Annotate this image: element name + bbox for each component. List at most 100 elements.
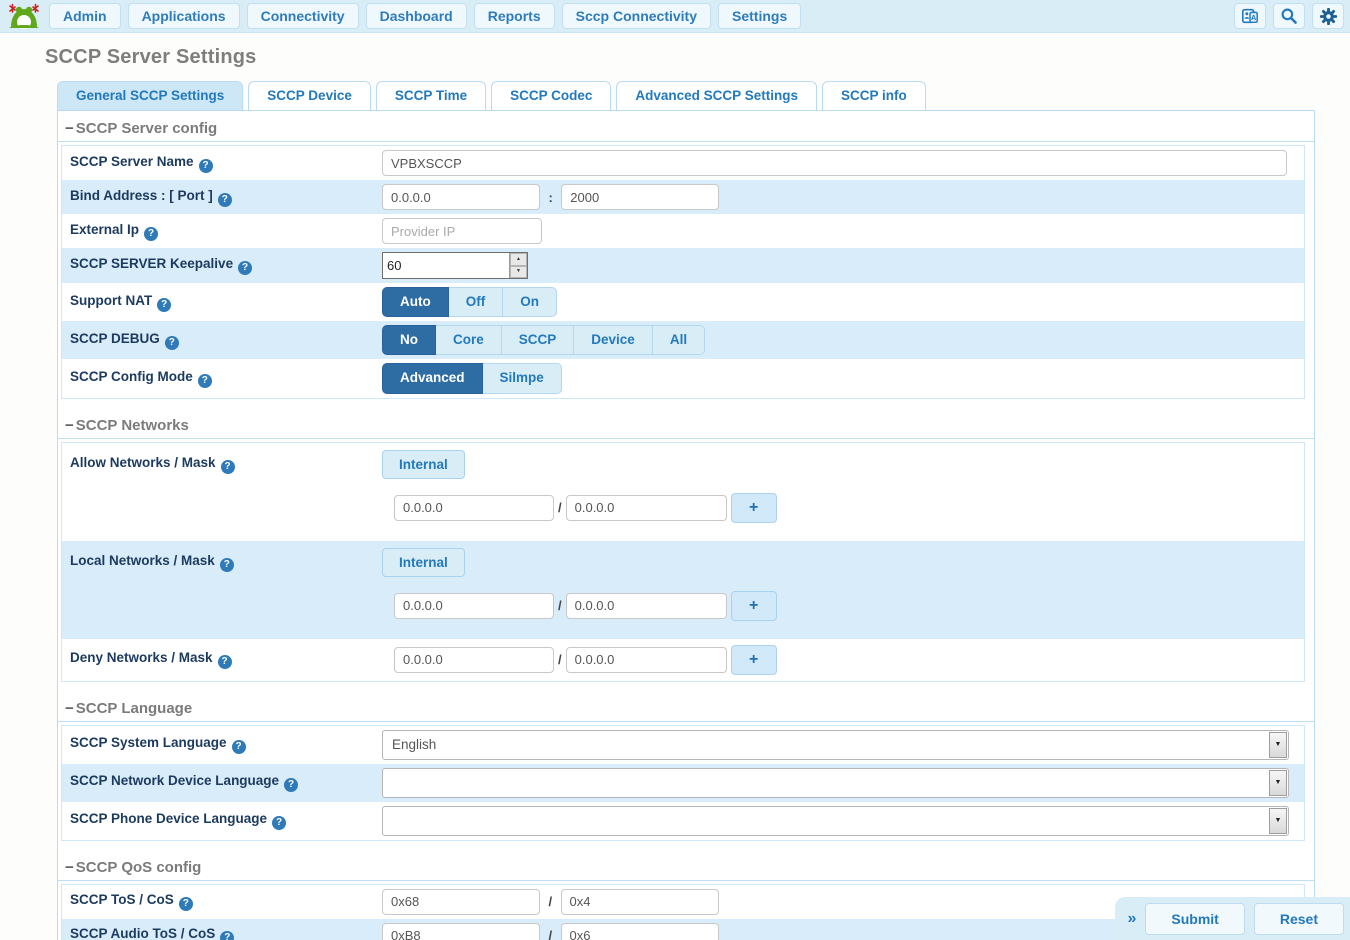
help-icon[interactable]: ? bbox=[179, 897, 193, 911]
collapse-icon: − bbox=[65, 701, 74, 716]
collapse-panel-icon[interactable]: » bbox=[1128, 910, 1137, 928]
help-icon[interactable]: ? bbox=[238, 261, 252, 275]
submit-button[interactable]: Submit bbox=[1145, 903, 1244, 935]
sccp-debug-core-button[interactable]: Core bbox=[436, 325, 502, 355]
spin-up-button[interactable]: ▲ bbox=[510, 253, 527, 266]
section-title: SCCP Language bbox=[76, 700, 192, 717]
sccp-debug-toggle: No Core SCCP Device All bbox=[382, 325, 705, 355]
server-name-label: SCCP Server Name bbox=[70, 154, 194, 169]
help-icon[interactable]: ? bbox=[218, 655, 232, 669]
sccp-cos-input[interactable] bbox=[561, 889, 719, 915]
section-toggle-qos[interactable]: − SCCP QoS config bbox=[58, 854, 1314, 881]
search-icon[interactable] bbox=[1273, 3, 1305, 29]
support-nat-on-button[interactable]: On bbox=[503, 287, 557, 317]
deny-add-button[interactable]: + bbox=[731, 645, 777, 675]
field-row-phone-device-language: SCCP Phone Device Language? ▼ bbox=[62, 802, 1304, 840]
colon-separator: : bbox=[548, 190, 552, 205]
system-language-select[interactable]: English ▼ bbox=[382, 730, 1289, 760]
tab-sccp-time[interactable]: SCCP Time bbox=[376, 81, 486, 110]
local-add-button[interactable]: + bbox=[731, 591, 777, 621]
help-icon[interactable]: ? bbox=[157, 298, 171, 312]
section-toggle-server-config[interactable]: − SCCP Server config bbox=[58, 115, 1314, 142]
section-toggle-language[interactable]: − SCCP Language bbox=[58, 695, 1314, 722]
reset-button[interactable]: Reset bbox=[1254, 903, 1344, 935]
network-device-language-label: SCCP Network Device Language bbox=[70, 773, 279, 788]
collapse-icon: − bbox=[65, 860, 74, 875]
deny-network-mask-input[interactable] bbox=[566, 647, 727, 673]
field-row-deny-networks: Deny Networks / Mask? / + bbox=[62, 639, 1304, 681]
server-name-input[interactable] bbox=[382, 150, 1287, 176]
sccp-debug-no-button[interactable]: No bbox=[382, 325, 436, 355]
select-arrow-icon: ▼ bbox=[1269, 770, 1287, 796]
field-row-allow-networks: Allow Networks / Mask? Internal / + bbox=[62, 443, 1304, 541]
support-nat-off-button[interactable]: Off bbox=[449, 287, 504, 317]
help-icon[interactable]: ? bbox=[198, 374, 212, 388]
field-row-external-ip: External Ip? bbox=[62, 214, 1304, 248]
help-icon[interactable]: ? bbox=[220, 558, 234, 572]
freepbx-logo[interactable] bbox=[6, 2, 42, 30]
section-sccp-language: − SCCP Language SCCP System Language? En… bbox=[58, 695, 1314, 841]
nav-item-sccp-connectivity[interactable]: Sccp Connectivity bbox=[562, 3, 711, 29]
nav-item-connectivity[interactable]: Connectivity bbox=[247, 3, 359, 29]
bind-address-ip-input[interactable] bbox=[382, 184, 540, 210]
support-nat-auto-button[interactable]: Auto bbox=[382, 287, 449, 317]
section-title: SCCP QoS config bbox=[76, 859, 202, 876]
sccp-debug-device-button[interactable]: Device bbox=[574, 325, 653, 355]
local-network-mask-input[interactable] bbox=[566, 593, 727, 619]
sccp-debug-sccp-button[interactable]: SCCP bbox=[502, 325, 575, 355]
field-row-support-nat: Support NAT? Auto Off On bbox=[62, 283, 1304, 321]
spin-down-button[interactable]: ▼ bbox=[510, 266, 527, 279]
help-icon[interactable]: ? bbox=[221, 460, 235, 474]
tab-advanced-sccp-settings[interactable]: Advanced SCCP Settings bbox=[616, 81, 817, 110]
tab-sccp-codec[interactable]: SCCP Codec bbox=[491, 81, 611, 110]
local-internal-button[interactable]: Internal bbox=[382, 548, 465, 577]
help-icon[interactable]: ? bbox=[165, 336, 179, 350]
nav-item-applications[interactable]: Applications bbox=[128, 3, 240, 29]
nav-item-dashboard[interactable]: Dashboard bbox=[366, 3, 467, 29]
field-row-sccp-debug: SCCP DEBUG? No Core SCCP Device All bbox=[62, 321, 1304, 359]
tab-sccp-info[interactable]: SCCP info bbox=[822, 81, 926, 110]
audio-cos-input[interactable] bbox=[561, 923, 719, 940]
audio-tos-label: SCCP Audio ToS / CoS bbox=[70, 926, 215, 940]
gear-icon[interactable] bbox=[1312, 3, 1344, 29]
keepalive-input[interactable] bbox=[383, 253, 509, 278]
field-row-server-name: SCCP Server Name? bbox=[62, 146, 1304, 180]
tab-general-sccp-settings[interactable]: General SCCP Settings bbox=[57, 81, 243, 110]
config-mode-simple-button[interactable]: Silmpe bbox=[483, 363, 562, 393]
help-icon[interactable]: ? bbox=[220, 931, 234, 940]
allow-add-button[interactable]: + bbox=[731, 493, 777, 523]
field-row-system-language: SCCP System Language? English ▼ bbox=[62, 726, 1304, 764]
help-icon[interactable]: ? bbox=[272, 816, 286, 830]
language-icon[interactable]: A bbox=[1234, 3, 1266, 29]
help-icon[interactable]: ? bbox=[144, 227, 158, 241]
config-mode-toggle: Advanced Silmpe bbox=[382, 363, 562, 393]
nav-item-admin[interactable]: Admin bbox=[49, 3, 121, 29]
external-ip-input[interactable] bbox=[382, 218, 542, 244]
sccp-debug-all-button[interactable]: All bbox=[653, 325, 705, 355]
local-network-ip-input[interactable] bbox=[394, 593, 554, 619]
help-icon[interactable]: ? bbox=[284, 778, 298, 792]
network-device-language-select[interactable]: ▼ bbox=[382, 768, 1289, 798]
section-toggle-networks[interactable]: − SCCP Networks bbox=[58, 412, 1314, 439]
help-icon[interactable]: ? bbox=[199, 159, 213, 173]
slash-separator: / bbox=[548, 894, 552, 909]
tab-sccp-device[interactable]: SCCP Device bbox=[248, 81, 371, 110]
sccp-tos-input[interactable] bbox=[382, 889, 540, 915]
nav-item-settings[interactable]: Settings bbox=[718, 3, 801, 29]
config-mode-advanced-button[interactable]: Advanced bbox=[382, 363, 483, 393]
system-language-value: English bbox=[383, 737, 1268, 752]
bind-port-input[interactable] bbox=[561, 184, 719, 210]
section-title: SCCP Networks bbox=[76, 417, 189, 434]
config-mode-label: SCCP Config Mode bbox=[70, 369, 193, 384]
help-icon[interactable]: ? bbox=[218, 193, 232, 207]
allow-network-ip-input[interactable] bbox=[394, 495, 554, 521]
field-row-keepalive: SCCP SERVER Keepalive? ▲ ▼ bbox=[62, 248, 1304, 283]
audio-tos-input[interactable] bbox=[382, 923, 540, 940]
deny-network-ip-input[interactable] bbox=[394, 647, 554, 673]
allow-internal-button[interactable]: Internal bbox=[382, 450, 465, 479]
allow-network-mask-input[interactable] bbox=[566, 495, 727, 521]
field-row-bind-address: Bind Address : [ Port ]? : bbox=[62, 180, 1304, 214]
phone-device-language-select[interactable]: ▼ bbox=[382, 806, 1289, 836]
nav-item-reports[interactable]: Reports bbox=[474, 3, 555, 29]
help-icon[interactable]: ? bbox=[232, 740, 246, 754]
